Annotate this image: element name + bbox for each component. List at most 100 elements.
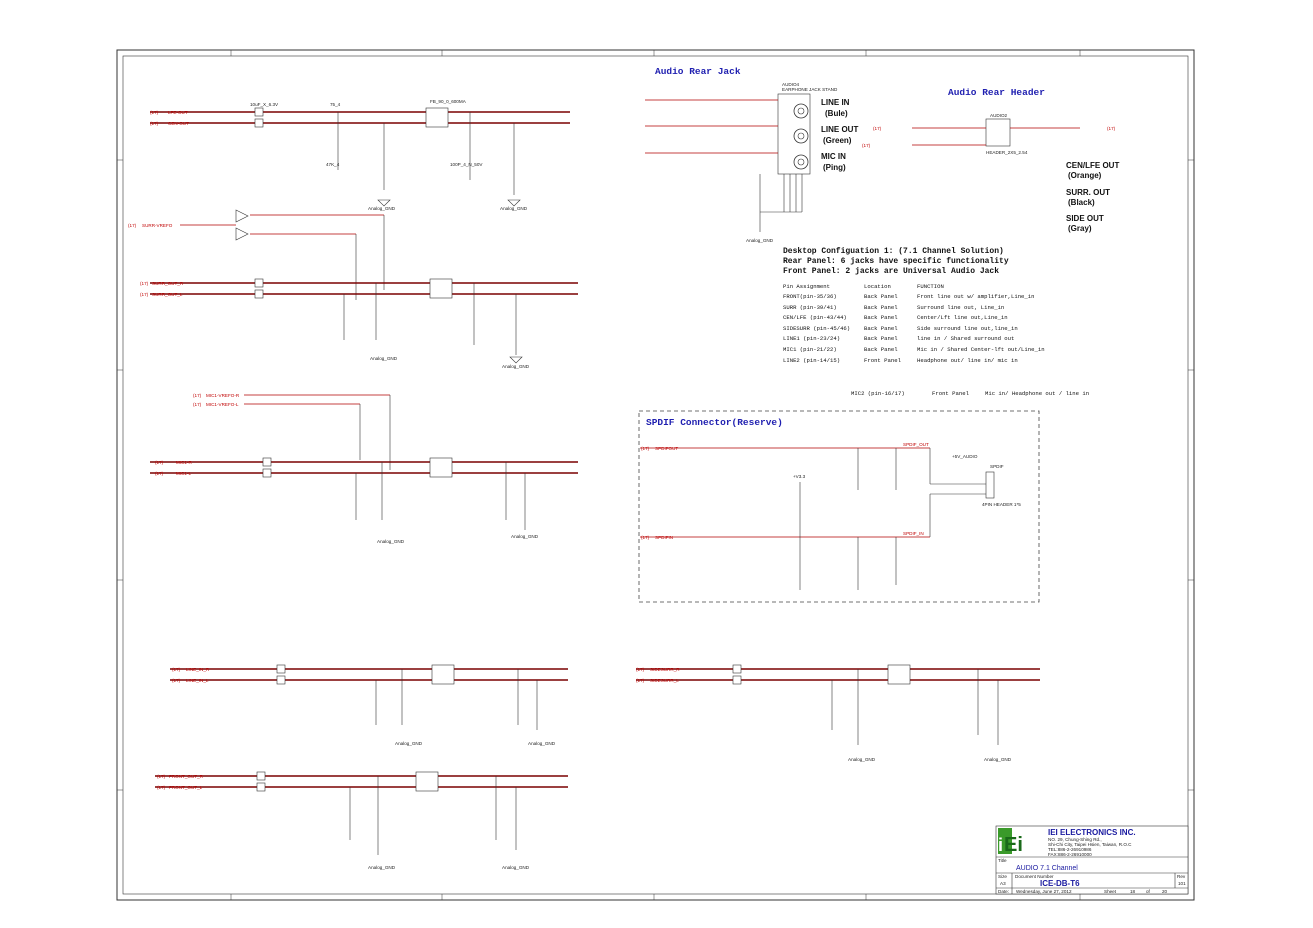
table-cell: Front Panel <box>932 390 970 397</box>
rev-label: Rev <box>1177 874 1186 879</box>
svg-text:(17): (17) <box>128 223 137 228</box>
header-note: SURR. OUT <box>1066 188 1110 197</box>
table-cell: Front line out w/ amplifier,Line_in <box>917 293 1035 300</box>
header-note: (Orange) <box>1068 171 1102 180</box>
svg-text:(17): (17) <box>150 110 159 115</box>
svg-text:(17): (17) <box>150 121 159 126</box>
gnd-label: Analog_GND <box>370 356 398 361</box>
svg-text:Ei: Ei <box>1004 834 1023 856</box>
line-in-block: (17) (17) LINE_IN_R LINE_IN_L Analog_GND… <box>170 664 568 746</box>
res-value: 47K_4 <box>326 162 340 167</box>
table-cell: Back Panel <box>864 325 898 332</box>
table-cell: Mic in / Shared Center-lft out/Line_in <box>917 346 1045 353</box>
gnd-label: Analog_GND <box>528 741 556 746</box>
mic-vrefo-block: (17) (17) MIC1-VREFO-R MIC1-VREFO-L <box>193 393 391 470</box>
net-sidesurr-l: SIDESURR_L <box>650 678 679 683</box>
net-mic1-r: MIC1-R <box>176 460 193 465</box>
svg-text:(17): (17) <box>172 678 181 683</box>
gnd-label: Analog_GND <box>500 206 528 211</box>
svg-text:(17): (17) <box>140 292 149 297</box>
svg-text:(17): (17) <box>155 460 164 465</box>
rear-jack-block: Audio Rear Jack AUDIO4 EARPHONE JACK STA… <box>645 66 858 243</box>
jack-label: (Green) <box>823 136 852 145</box>
svg-text:(17): (17) <box>157 785 166 790</box>
jack-label: MIC IN <box>821 152 846 161</box>
ferrite-value: FB_90_0_600MA <box>430 99 467 104</box>
jack-label: (Ping) <box>823 163 846 172</box>
lfe-cen-block: (17) (17) LFE-OUT CEN-OUT 10uF_X_6.3V 75… <box>150 99 570 211</box>
spdif-reserve-box <box>638 410 1040 603</box>
table-cell: CEN/LFE (pin-43/44) <box>783 314 847 321</box>
jack-part: EARPHONE JACK STAND <box>782 87 838 92</box>
svg-text:(17): (17) <box>157 774 166 779</box>
config-table: Desktop Configuation 1: (7.1 Channel Sol… <box>783 247 1089 397</box>
header-note: (Gray) <box>1068 224 1092 233</box>
table-cell: LINE2 (pin-14/15) <box>783 357 840 364</box>
rear-header-block: Audio Rear Header AUDIO2 HEADER_2X5_2.54… <box>862 87 1119 233</box>
table-header: FUNCTION <box>917 283 944 290</box>
table-cell: Back Panel <box>864 304 898 311</box>
date-value: Wednesday, June 27, 2012 <box>1016 889 1072 894</box>
schematic-sheet: (17) (17) LFE-OUT CEN-OUT 10uF_X_6.3V 75… <box>116 49 1195 901</box>
net-line-in-l: LINE_IN_L <box>186 678 209 683</box>
net-mic1-l: MIC1-L <box>176 471 192 476</box>
svg-text:(17): (17) <box>193 393 202 398</box>
net-front-out-r: FRONT_OUT_R <box>169 774 204 779</box>
header-part: HEADER_2X5_2.54 <box>986 150 1028 155</box>
svg-text:(17): (17) <box>641 446 650 451</box>
svg-text:i: i <box>998 835 1003 855</box>
surr-out-block: (17) (17) SURR_OUT_R SURR_OUT_L Analog_G… <box>140 278 578 369</box>
gnd-label: Analog_GND <box>984 757 1012 762</box>
table-cell: MIC1 (pin-21/22) <box>783 346 837 353</box>
table-cell: LINE1 (pin-23/24) <box>783 335 840 342</box>
svg-text:(17): (17) <box>155 471 164 476</box>
net-spdifin: SPDIFIN <box>655 535 673 540</box>
title-label: Title <box>998 858 1007 863</box>
svg-text:(17): (17) <box>1107 126 1116 131</box>
table-cell: FRONT(pin-35/36) <box>783 293 837 300</box>
sidesurr-block: (17) (17) SIDESURR_R SIDESURR_L Analog_G… <box>636 664 1040 762</box>
spdif-block: SPDIF Connector(Reserve) (17) (17) SPDIF… <box>638 410 1040 603</box>
config-front-note: Front Panel: 2 jacks are Universal Audio… <box>783 267 999 276</box>
company-name: IEI ELECTRONICS INC. <box>1048 828 1136 837</box>
net-mic1-vrefo-r: MIC1-VREFO-R <box>206 393 240 398</box>
table-cell: line in / Shared surround out <box>917 335 1014 342</box>
gnd-label: Analog_GND <box>377 539 405 544</box>
spdif-supply: +5V_AUDIO <box>952 454 978 459</box>
table-cell: Back Panel <box>864 346 898 353</box>
gnd-label: Analog_GND <box>368 865 396 870</box>
header-note: SIDE OUT <box>1066 214 1104 223</box>
svg-text:(17): (17) <box>140 281 149 286</box>
table-header: Pin Assignment <box>783 283 830 290</box>
res-value: 75_4 <box>330 102 341 107</box>
table-cell: MIC2 (pin-16/17) <box>851 390 905 397</box>
header-ref: AUDIO2 <box>990 113 1008 118</box>
spdif-in-label: SPDIF_IN <box>903 531 924 536</box>
sheet-total: 20 <box>1162 889 1168 894</box>
rear-header-title: Audio Rear Header <box>948 87 1045 98</box>
table-cell: SURR (pin-39/41) <box>783 304 837 311</box>
net-surr-vrefo: SURR-VREFO <box>142 223 173 228</box>
frame-ticks <box>117 50 1194 900</box>
table-cell: Back Panel <box>864 335 898 342</box>
net-front-out-l: FRONT_OUT_L <box>169 785 203 790</box>
net-sidesurr-r: SIDESURR_R <box>650 667 680 672</box>
title-block: i Ei IEI ELECTRONICS INC. NO. 29, Chung-… <box>995 825 1189 895</box>
cap-value: 10uF_X_6.3V <box>250 102 279 107</box>
table-cell: Back Panel <box>864 293 898 300</box>
outer-frame <box>116 49 1195 901</box>
jack-label: LINE IN <box>821 98 850 107</box>
gnd-label: Analog_GND <box>395 741 423 746</box>
rev-value: 101 <box>1178 881 1186 886</box>
mic1-block: (17) (17) MIC1-R MIC1-L Analog_GND Analo… <box>150 457 578 544</box>
header-note: (Black) <box>1068 198 1095 207</box>
net-line-in-r: LINE_IN_R <box>186 667 210 672</box>
table-cell: Surround line out, Line_in <box>917 304 1004 311</box>
company-address: FAX:886-2-26910000 <box>1048 852 1092 857</box>
jack-label: (Bule) <box>825 109 848 118</box>
inner-frame <box>122 55 1189 895</box>
date-label: Date: <box>998 889 1009 894</box>
svg-text:(17): (17) <box>172 667 181 672</box>
table-cell: Back Panel <box>864 314 898 321</box>
svg-text:(17): (17) <box>641 535 650 540</box>
